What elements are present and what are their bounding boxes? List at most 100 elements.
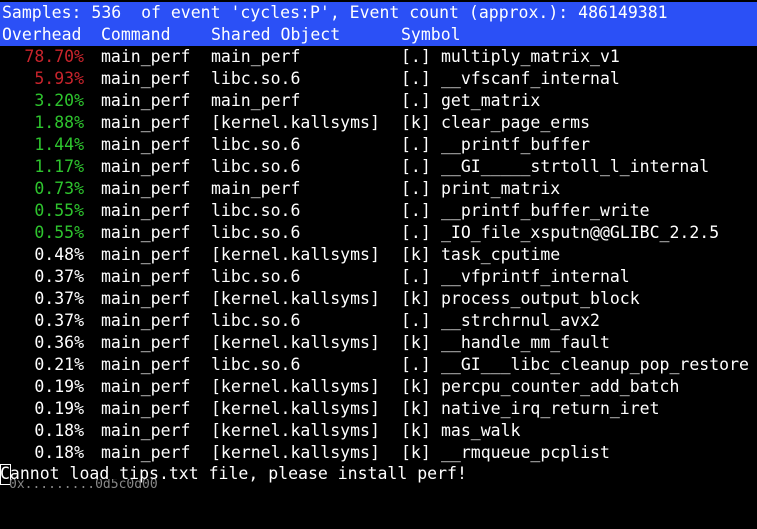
overhead-cell: 0.37% (34, 267, 84, 286)
command-cell: main_perf (101, 267, 191, 286)
command-cell: main_perf (101, 113, 191, 132)
shared-object-cell: [kernel.kallsyms] (211, 289, 380, 308)
shared-object-cell: [kernel.kallsyms] (211, 377, 380, 396)
symbol-level-cell: [.] (401, 69, 431, 88)
command-cell: main_perf (101, 245, 191, 264)
table-row[interactable]: 0.21% main_perf libc.so.6 [.] __GI___libc_cl… (0, 354, 757, 376)
overhead-cell: 0.55% (34, 223, 84, 242)
shared-object-cell: libc.so.6 (211, 355, 301, 374)
symbol-level-cell: [.] (401, 267, 431, 286)
overhead-cell: 0.37% (34, 289, 84, 308)
shared-object-cell: [kernel.kallsyms] (211, 333, 380, 352)
overhead-cell: 0.36% (34, 333, 84, 352)
shared-object-cell: [kernel.kallsyms] (211, 245, 380, 264)
symbol-level-cell: [k] (401, 377, 431, 396)
symbol-level-cell: [k] (401, 333, 431, 352)
column-header-shared-object[interactable]: Shared Object (211, 24, 340, 46)
table-row[interactable]: 0.55% main_perf libc.so.6 [.] __printf_buffe… (0, 200, 757, 222)
table-row[interactable]: 0.18% main_perf [kernel.kallsyms] [k] __rmqu… (0, 442, 757, 464)
table-row[interactable]: 0.73% main_perf main_perf [.] print_matrix (0, 178, 757, 200)
symbol-level-cell: [k] (401, 113, 431, 132)
symbol-level-cell: [.] (401, 355, 431, 374)
column-header-symbol[interactable]: Symbol (401, 24, 461, 46)
shared-object-cell: main_perf (211, 91, 301, 110)
table-row[interactable]: 78.70% main_perf main_perf [.] multiply_matr… (0, 46, 757, 68)
command-cell: main_perf (101, 333, 191, 352)
shared-object-cell: main_perf (211, 47, 301, 66)
overhead-cell: 0.73% (34, 179, 84, 198)
overhead-cell: 3.20% (34, 91, 84, 110)
symbol-cell: get_matrix (441, 91, 541, 110)
overhead-cell: 0.21% (34, 355, 84, 374)
symbol-level-cell: [.] (401, 179, 431, 198)
command-cell: main_perf (101, 69, 191, 88)
column-header-overhead[interactable]: Overhead (2, 24, 81, 46)
shared-object-cell: main_perf (211, 179, 301, 198)
shared-object-cell: libc.so.6 (211, 267, 301, 286)
table-row[interactable]: 0.37% main_perf libc.so.6 [.] __vfprintf_int… (0, 266, 757, 288)
table-row[interactable]: 0.19% main_perf [kernel.kallsyms] [k] native… (0, 398, 757, 420)
symbol-cell: __GI_____strtoll_l_internal (441, 157, 710, 176)
command-cell: main_perf (101, 289, 191, 308)
table-row[interactable]: 0.36% main_perf [kernel.kallsyms] [k] __hand… (0, 332, 757, 354)
symbol-cell: native_irq_return_iret (441, 399, 660, 418)
symbol-cell: __rmqueue_pcplist (441, 443, 610, 462)
table-row[interactable]: 1.44% main_perf libc.so.6 [.] __printf_buffe… (0, 134, 757, 156)
symbol-cell: __printf_buffer (441, 135, 591, 154)
shared-object-cell: libc.so.6 (211, 311, 301, 330)
symbol-level-cell: [.] (401, 157, 431, 176)
command-cell: main_perf (101, 91, 191, 110)
table-row[interactable]: 0.37% main_perf [kernel.kallsyms] [k] proces… (0, 288, 757, 310)
command-cell: main_perf (101, 157, 191, 176)
shared-object-cell: [kernel.kallsyms] (211, 399, 380, 418)
command-cell: main_perf (101, 201, 191, 220)
table-row[interactable]: 1.17% main_perf libc.so.6 [.] __GI_____strto… (0, 156, 757, 178)
symbol-cell: __GI___libc_cleanup_pop_restore (441, 355, 749, 374)
overhead-cell: 0.19% (34, 377, 84, 396)
symbol-level-cell: [.] (401, 135, 431, 154)
ghost-text: 0x.........0d5c0d00 (9, 479, 158, 491)
symbol-cell: __handle_mm_fault (441, 333, 610, 352)
table-row[interactable]: 0.55% main_perf libc.so.6 [.] _IO_file_xsput… (0, 222, 757, 244)
table-row[interactable]: 0.37% main_perf libc.so.6 [.] __strchrnul_av… (0, 310, 757, 332)
shared-object-cell: [kernel.kallsyms] (211, 443, 380, 462)
symbol-cell: clear_page_erms (441, 113, 591, 132)
symbol-cell: percpu_counter_add_batch (441, 377, 680, 396)
table-row[interactable]: 0.18% main_perf [kernel.kallsyms] [k] mas_wa… (0, 420, 757, 442)
table-row[interactable]: 0.48% main_perf [kernel.kallsyms] [k] task_c… (0, 244, 757, 266)
symbol-cell: process_output_block (441, 289, 640, 308)
overhead-cell: 0.37% (34, 311, 84, 330)
command-cell: main_perf (101, 355, 191, 374)
table-row[interactable]: 0.19% main_perf [kernel.kallsyms] [k] percpu… (0, 376, 757, 398)
symbol-cell: __vfscanf_internal (441, 69, 620, 88)
overhead-cell: 5.93% (34, 69, 84, 88)
table-row[interactable]: 5.93% main_perf libc.so.6 [.] __vfscanf_inte… (0, 68, 757, 90)
symbol-level-cell: [.] (401, 91, 431, 110)
overhead-cell: 0.18% (34, 421, 84, 440)
command-cell: main_perf (101, 223, 191, 242)
shared-object-cell: libc.so.6 (211, 135, 301, 154)
shared-object-cell: libc.so.6 (211, 157, 301, 176)
symbol-level-cell: [k] (401, 245, 431, 264)
overhead-cell: 0.18% (34, 443, 84, 462)
symbol-cell: print_matrix (441, 179, 561, 198)
table-row[interactable]: 1.88% main_perf [kernel.kallsyms] [k] clear_… (0, 112, 757, 134)
overhead-cell: 1.88% (34, 113, 84, 132)
command-cell: main_perf (101, 443, 191, 462)
shared-object-cell: [kernel.kallsyms] (211, 421, 380, 440)
table-row[interactable]: 3.20% main_perf main_perf [.] get_matrix (0, 90, 757, 112)
symbol-cell: task_cputime (441, 245, 561, 264)
symbol-level-cell: [k] (401, 289, 431, 308)
command-cell: main_perf (101, 179, 191, 198)
symbol-level-cell: [.] (401, 311, 431, 330)
overhead-cell: 78.70% (24, 47, 84, 66)
symbol-cell: __strchrnul_avx2 (441, 311, 600, 330)
symbol-level-cell: [.] (401, 47, 431, 66)
column-header-command[interactable]: Command (101, 24, 171, 46)
symbol-cell: mas_walk (441, 421, 521, 440)
symbol-level-cell: [k] (401, 421, 431, 440)
command-cell: main_perf (101, 421, 191, 440)
sample-summary: Samples: 536 of event 'cycles:P', Event … (2, 3, 668, 22)
overhead-cell: 0.55% (34, 201, 84, 220)
symbol-cell: _IO_file_xsputn@@GLIBC_2.2.5 (441, 223, 720, 242)
